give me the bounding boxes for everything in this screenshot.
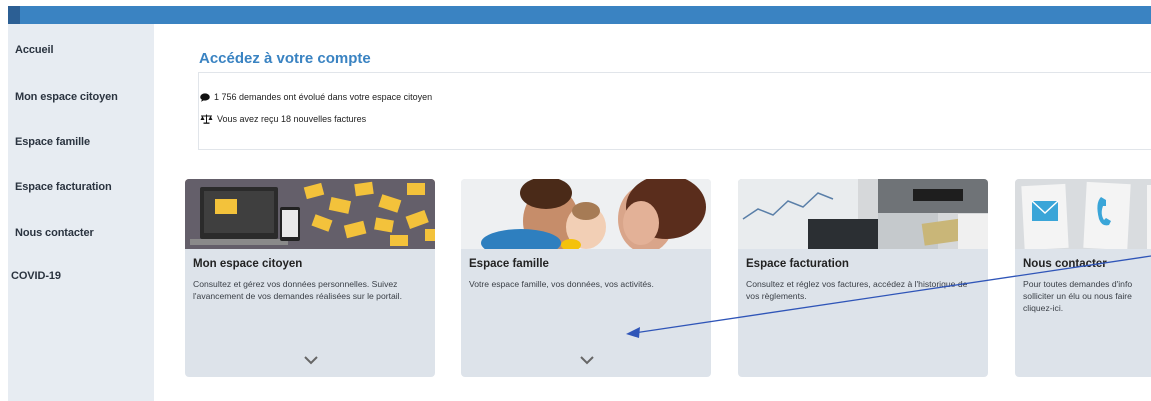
sidebar-item-espace-facturation[interactable]: Espace facturation	[15, 181, 112, 193]
card-description: Consultez et gérez vos données personnel…	[193, 279, 402, 301]
card-image-envelopes	[185, 179, 435, 249]
top-bar-fill	[8, 6, 1151, 24]
sidebar-item-accueil[interactable]: Accueil	[15, 44, 54, 56]
sidebar-item-mon-espace-citoyen[interactable]: Mon espace citoyen	[15, 91, 118, 103]
notice-demandes-text: 1 756 demandes ont évolué dans votre esp…	[214, 92, 433, 102]
notifications-panel	[198, 72, 1151, 150]
notice-demandes[interactable]: 1 756 demandes ont évolué dans votre esp…	[200, 92, 432, 102]
notice-factures[interactable]: Vous avez reçu 18 nouvelles factures	[200, 114, 366, 124]
card-description: Consultez et réglez vos factures, accéde…	[746, 279, 968, 301]
scales-icon	[200, 114, 213, 124]
sidebar: Accueil Mon espace citoyen Espace famill…	[8, 24, 154, 401]
card-description: Pour toutes demandes d'info solliciter u…	[1023, 279, 1133, 313]
card-espace-famille[interactable]: Espace famille Votre espace famille, vos…	[461, 179, 711, 377]
card-title: Espace famille	[469, 258, 549, 270]
sidebar-item-covid-19[interactable]: COVID-19	[11, 270, 61, 282]
speech-bubble-icon	[200, 92, 210, 102]
card-title: Mon espace citoyen	[193, 258, 303, 270]
card-mon-espace-citoyen[interactable]: Mon espace citoyen Consultez et gérez vo…	[185, 179, 435, 377]
main-content: Accédez à votre compte 1 756 demandes on…	[154, 24, 1151, 401]
card-image-invoices	[738, 179, 988, 249]
card-title: Espace facturation	[746, 258, 849, 270]
top-bar-corner	[8, 6, 20, 24]
sidebar-item-nous-contacter[interactable]: Nous contacter	[15, 227, 94, 239]
top-bar	[0, 0, 1151, 24]
card-espace-facturation[interactable]: Espace facturation Consultez et réglez v…	[738, 179, 988, 377]
chevron-down-icon[interactable]	[579, 355, 595, 365]
card-description: Votre espace famille, vos données, vos a…	[469, 279, 654, 289]
card-nous-contacter[interactable]: Nous contacter Pour toutes demandes d'in…	[1015, 179, 1151, 377]
notice-factures-text: Vous avez reçu 18 nouvelles factures	[217, 114, 367, 124]
sidebar-item-espace-famille[interactable]: Espace famille	[15, 136, 90, 148]
card-image-family	[461, 179, 711, 249]
page-title: Accédez à votre compte	[199, 50, 371, 67]
card-image-contact	[1015, 179, 1151, 249]
chevron-down-icon[interactable]	[303, 355, 319, 365]
card-title: Nous contacter	[1023, 258, 1107, 270]
